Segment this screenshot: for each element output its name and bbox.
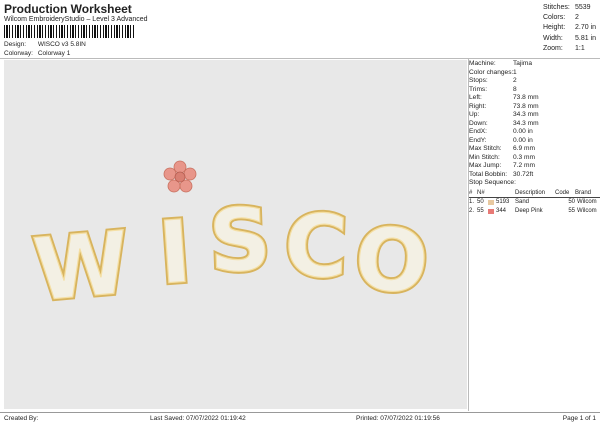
colorway-label: Colorway: [4,50,33,57]
created-by: Created By: [4,415,39,422]
details-panel: Machine: Tajima Color changes:1 Stops: 2 T… [469,60,600,216]
svg-text:S: S [207,190,272,292]
svg-text:I: I [156,202,195,304]
header-divider [0,58,600,59]
detail-max-stitch: Max Stitch: 6.9 mm [469,145,535,152]
detail-max-jump: Max Jump: 7.2 mm [469,162,535,169]
detail-endy: EndY: 0.00 in [469,136,533,144]
barcode [4,25,136,38]
detail-left: Left: 73.8 mm [469,94,539,101]
flower-icon [163,160,197,193]
color-swatch [488,200,494,205]
app-subtitle: Wilcom EmbroideryStudio – Level 3 Advanc… [4,16,148,23]
printed: Printed: 07/07/2022 01:19:56 [356,415,440,422]
last-saved: Last Saved: 07/07/2022 01:19:42 [150,415,246,422]
svg-text:W: W [30,213,133,321]
page-title: Production Worksheet [4,2,132,16]
stat-zoom: Zoom: 1:1 [543,44,585,52]
detail-stops: Stops: 2 [469,77,517,84]
detail-trims: Trims: 8 [469,85,517,93]
color-swatch [488,209,494,214]
detail-total-bobbin: Total Bobbin: 30.72ft [469,170,534,178]
stat-width: Width: 5.81 in [543,34,597,42]
stat-colors: Colors: 2 [543,14,579,22]
colorway-row: Colorway: Colorway 1 [4,50,70,57]
detail-color-changes: Color changes:1 [469,68,517,76]
table-row: 1. 50 5193 Sand 50 Wilcom [469,199,597,206]
detail-up: Up: 34.3 mm [469,111,539,118]
stat-stitches: Stitches: 5539 [543,4,591,11]
design-preview: W W I I S S C C O O [4,60,467,409]
detail-machine: Machine: Tajima [469,60,533,67]
stop-sequence-title: Stop Sequence: [469,179,516,186]
colorway-value: Colorway 1 [37,50,71,57]
embroidery-design: W W I I S S C C O O [27,160,435,324]
design-label: Design: [4,41,27,48]
svg-text:O: O [351,208,433,314]
detail-min-stitch: Min Stitch: 0.3 mm [469,153,535,161]
summary-stats: Stitches: 5539 Colors: 2 Height: 2.70 in Wi… [543,3,596,54]
table-row: 2. 55 344 Deep Pink 55 Wilcom [469,208,597,215]
detail-right: Right: 73.8 mm [469,102,539,110]
design-value: WISCO v3 5.8IN [37,41,86,48]
footer: Created By: Last Saved: 07/07/2022 01:19… [0,412,600,425]
stat-height: Height: 2.70 in [543,24,597,32]
svg-text:C: C [283,196,350,298]
detail-endx: EndX: 0.00 in [469,128,533,135]
detail-down: Down: 34.3 mm [469,119,539,127]
stop-sequence-header: # N# Description Code Brand [469,189,600,198]
page-number: Page 1 of 1 [562,415,596,422]
design-row: Design: WISCO v3 5.8IN [4,41,86,48]
